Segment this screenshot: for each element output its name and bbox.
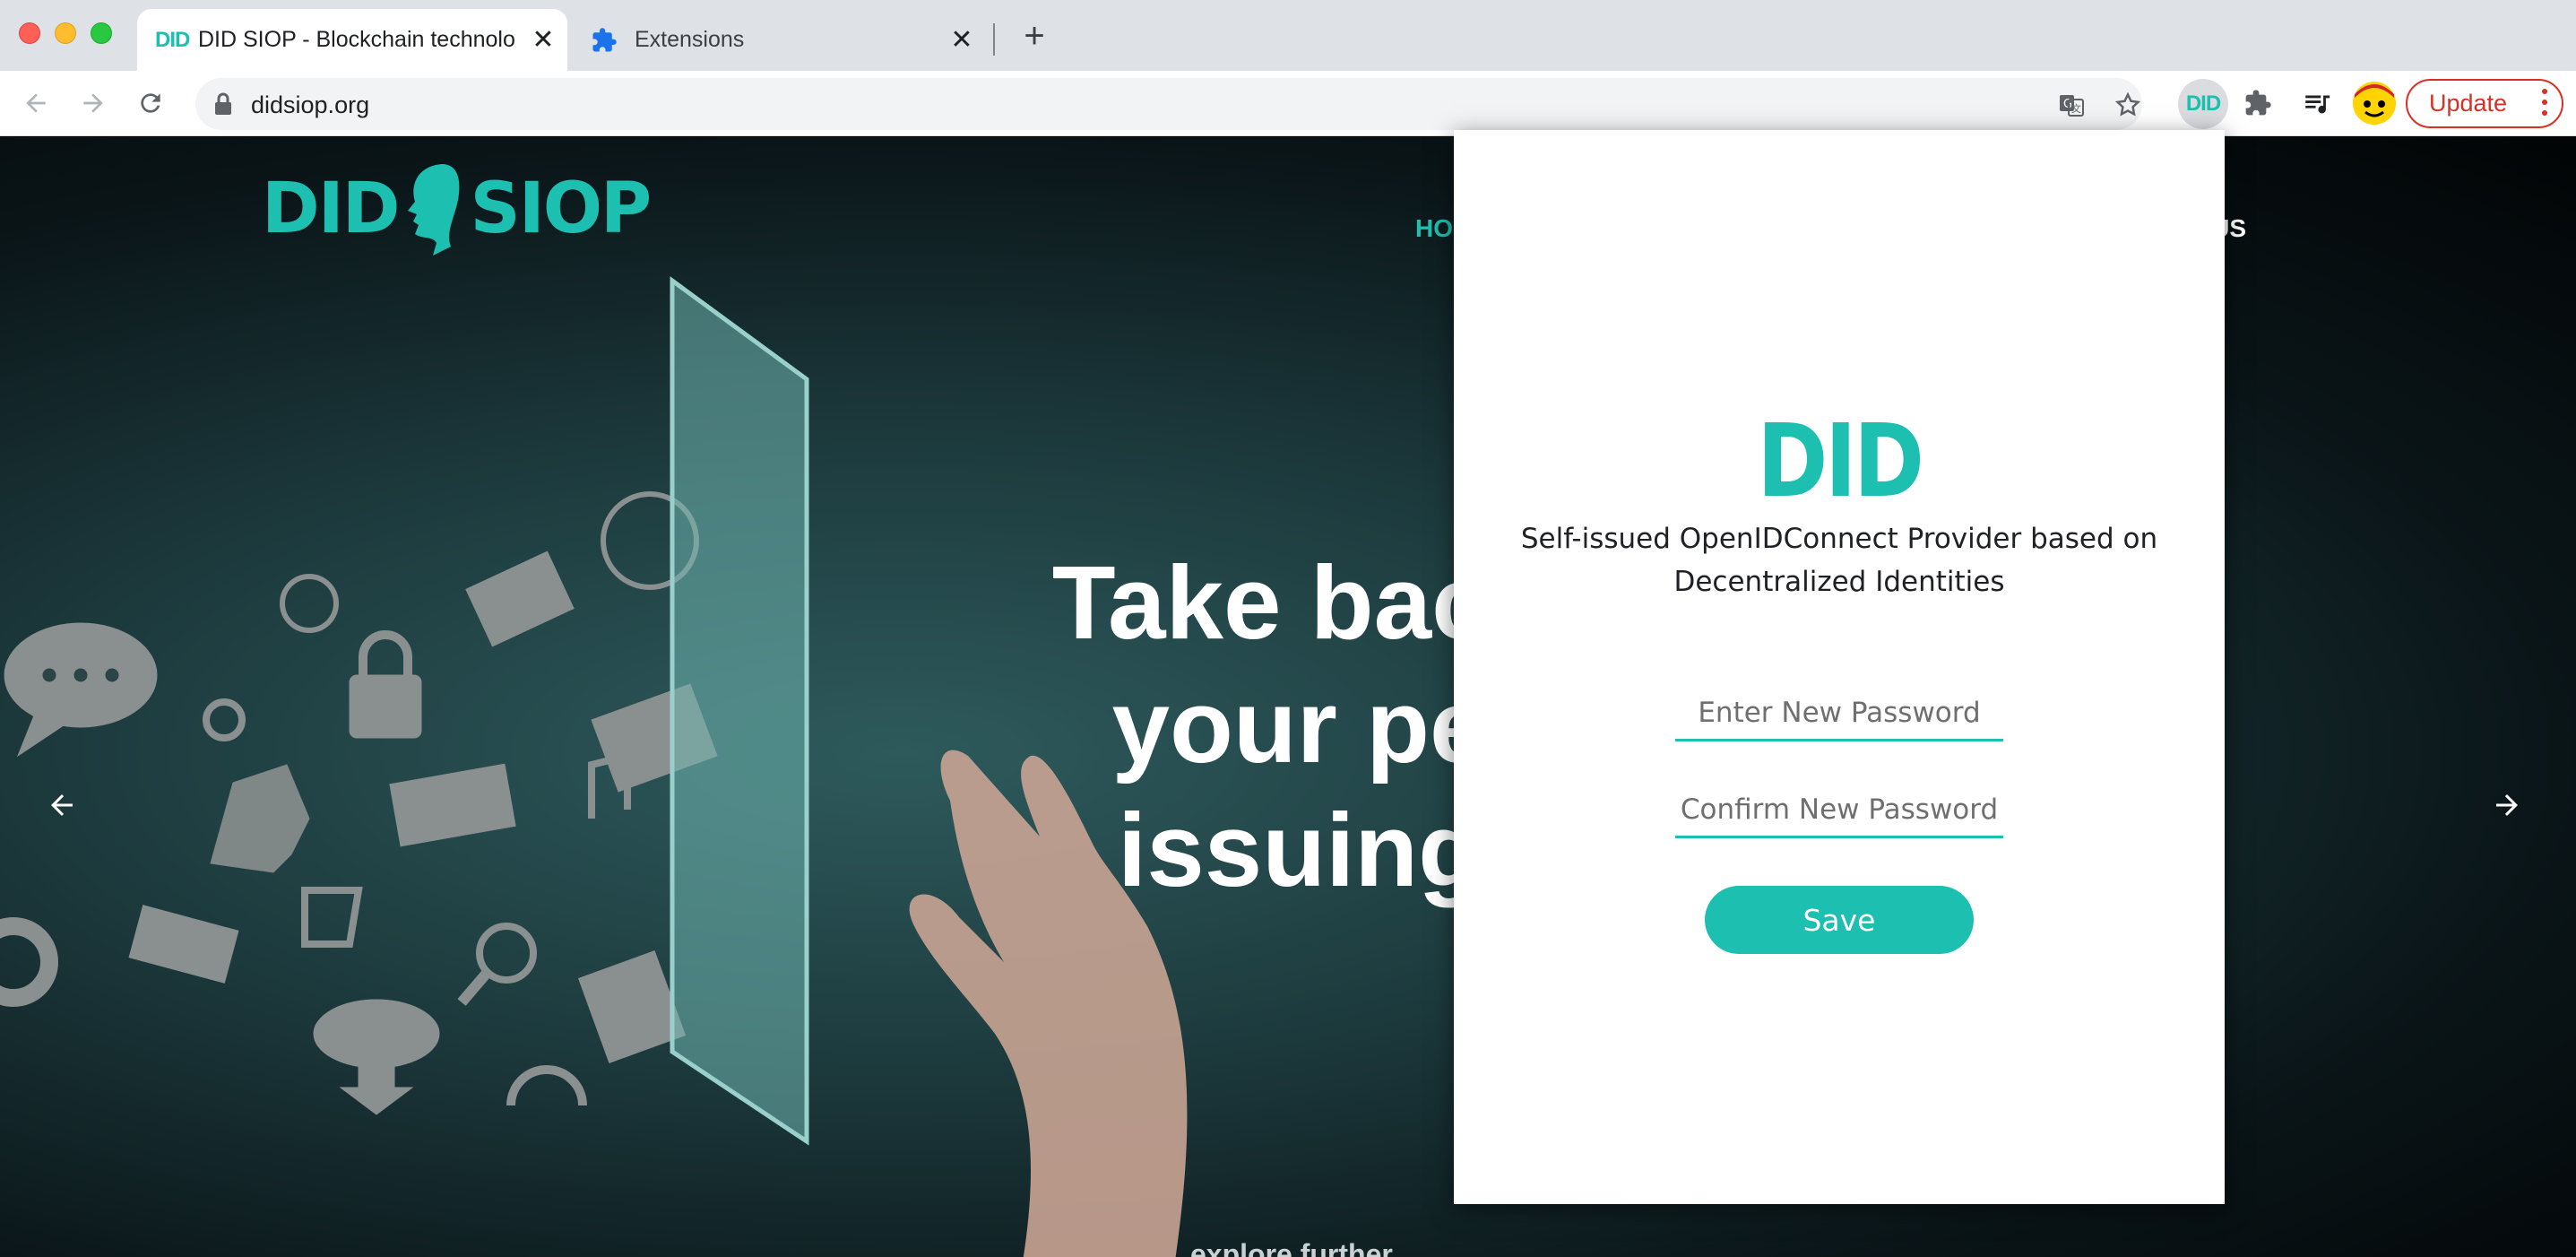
popup-description: Self-issued OpenIDConnect Provider based… (1520, 523, 2158, 598)
tab-close-icon[interactable]: ✕ (947, 25, 977, 56)
puzzle-icon (2245, 90, 2271, 116)
glass-mirror-panel (670, 276, 809, 1146)
logo-text-right: SIOP (470, 169, 653, 249)
logo-text-left: DID (262, 169, 401, 249)
window-close-button[interactable] (19, 22, 40, 44)
new-password-input[interactable] (1675, 686, 2003, 741)
explore-further-link[interactable]: explore further (1190, 1238, 1393, 1257)
nav-home-link[interactable]: HO (1415, 214, 1453, 243)
arrow-left-icon (51, 794, 73, 816)
update-button[interactable]: Update (2406, 79, 2563, 128)
tab-title: DID SIOP - Blockchain technolo (198, 27, 515, 52)
new-tab-button[interactable]: + (1016, 18, 1053, 56)
svg-text:文: 文 (2071, 102, 2081, 115)
puzzle-favicon-icon (586, 22, 622, 58)
browser-toolbar: didsiop.org G文 DID Update (0, 71, 2576, 136)
site-logo[interactable]: DID SIOP (262, 160, 653, 257)
carousel-next-button[interactable] (2485, 783, 2529, 828)
address-bar[interactable]: didsiop.org G文 (195, 78, 2142, 130)
did-extension-popup: DID Self-issued OpenIDConnect Provider b… (1454, 130, 2225, 1204)
reload-icon (141, 93, 160, 113)
reload-button[interactable] (131, 83, 170, 123)
back-icon (26, 93, 46, 113)
popup-logo: DID (1757, 403, 1924, 520)
media-queue-icon (2305, 95, 2330, 114)
more-icon (2542, 89, 2547, 116)
back-button[interactable] (16, 83, 56, 123)
did-favicon-icon: DID (155, 27, 190, 52)
lock-icon[interactable] (213, 92, 233, 120)
save-button[interactable]: Save (1705, 886, 1974, 954)
avatar[interactable] (2353, 82, 2396, 125)
tab-extensions[interactable]: Extensions ✕ (583, 9, 986, 71)
head-silhouette-icon (407, 164, 459, 256)
media-queue-button[interactable] (2296, 82, 2338, 124)
forward-icon (83, 93, 103, 113)
forward-button[interactable] (73, 83, 113, 123)
tab-did-siop[interactable]: DID DID SIOP - Blockchain technolo ✕ (137, 9, 567, 71)
carousel-prev-button[interactable] (39, 783, 84, 828)
window-maximize-button[interactable] (91, 22, 112, 44)
star-icon[interactable] (2113, 90, 2143, 120)
tab-close-icon[interactable]: ✕ (528, 25, 558, 56)
update-label: Update (2429, 90, 2508, 117)
arrow-right-icon (2496, 794, 2518, 816)
did-extension-button[interactable]: DID (2178, 79, 2228, 129)
url-text[interactable]: didsiop.org (251, 91, 369, 119)
tab-strip: DID DID SIOP - Blockchain technolo ✕ Ext… (0, 0, 2576, 71)
translate-icon[interactable]: G文 (2056, 90, 2087, 120)
confirm-password-input[interactable] (1675, 783, 2003, 838)
tab-title: Extensions (635, 27, 745, 52)
tab-separator (993, 23, 995, 56)
extensions-button[interactable] (2237, 82, 2278, 124)
window-minimize-button[interactable] (55, 22, 76, 44)
hand-image (909, 750, 1188, 1257)
